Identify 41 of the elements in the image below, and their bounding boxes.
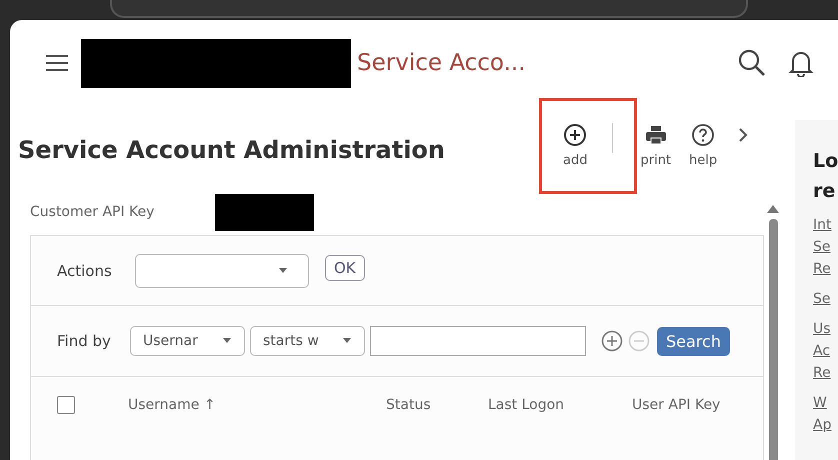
column-header[interactable]: Username ↑ — [128, 397, 386, 413]
search-icon[interactable] — [738, 49, 766, 77]
caret-icon — [278, 268, 288, 274]
link[interactable]: Se — [813, 288, 838, 310]
help-icon — [691, 123, 716, 147]
column-header[interactable]: User API Key — [632, 397, 720, 413]
field-label: Customer API Key — [30, 204, 156, 220]
column-header[interactable]: Last Logon — [488, 397, 632, 413]
help-button[interactable]: help — [686, 123, 720, 168]
link[interactable]: Re — [813, 362, 838, 384]
link[interactable]: Us — [813, 318, 838, 340]
search-input[interactable] — [370, 326, 586, 356]
plus-circle-icon[interactable] — [601, 330, 623, 352]
caret-icon — [222, 338, 232, 344]
link[interactable]: Ac — [813, 340, 838, 362]
link[interactable]: Se — [813, 236, 838, 258]
menu-icon[interactable] — [45, 54, 69, 72]
link[interactable]: Ap — [813, 414, 838, 436]
operator-dropdown[interactable]: starts w — [250, 326, 365, 356]
find-by-label: Find by — [57, 332, 112, 350]
link[interactable]: Int — [813, 214, 838, 236]
bell-icon[interactable] — [788, 49, 814, 77]
print-button[interactable]: print — [637, 123, 674, 168]
ok-button[interactable]: OK — [325, 254, 365, 280]
scrollbar-thumb[interactable] — [768, 219, 778, 460]
panel-heading: re — [813, 179, 836, 204]
link[interactable]: Re — [813, 258, 838, 280]
checkbox[interactable] — [57, 396, 75, 414]
page-title: Service Account Administration — [18, 136, 446, 164]
column-header[interactable]: Status — [386, 397, 488, 413]
app-title: Service Acco... — [357, 50, 526, 76]
caret-icon — [342, 338, 352, 344]
chevron-right-icon[interactable] — [738, 127, 748, 143]
panel-heading: Lo — [813, 149, 838, 174]
link[interactable]: W — [813, 392, 838, 414]
field-dropdown[interactable]: Usernar — [130, 326, 245, 356]
plus-circle-icon — [563, 123, 588, 147]
add-button[interactable]: add — [560, 123, 590, 168]
search-button[interactable]: Search — [657, 326, 730, 356]
actions-label: Actions — [57, 262, 113, 280]
scroll-up-icon[interactable] — [767, 205, 779, 213]
